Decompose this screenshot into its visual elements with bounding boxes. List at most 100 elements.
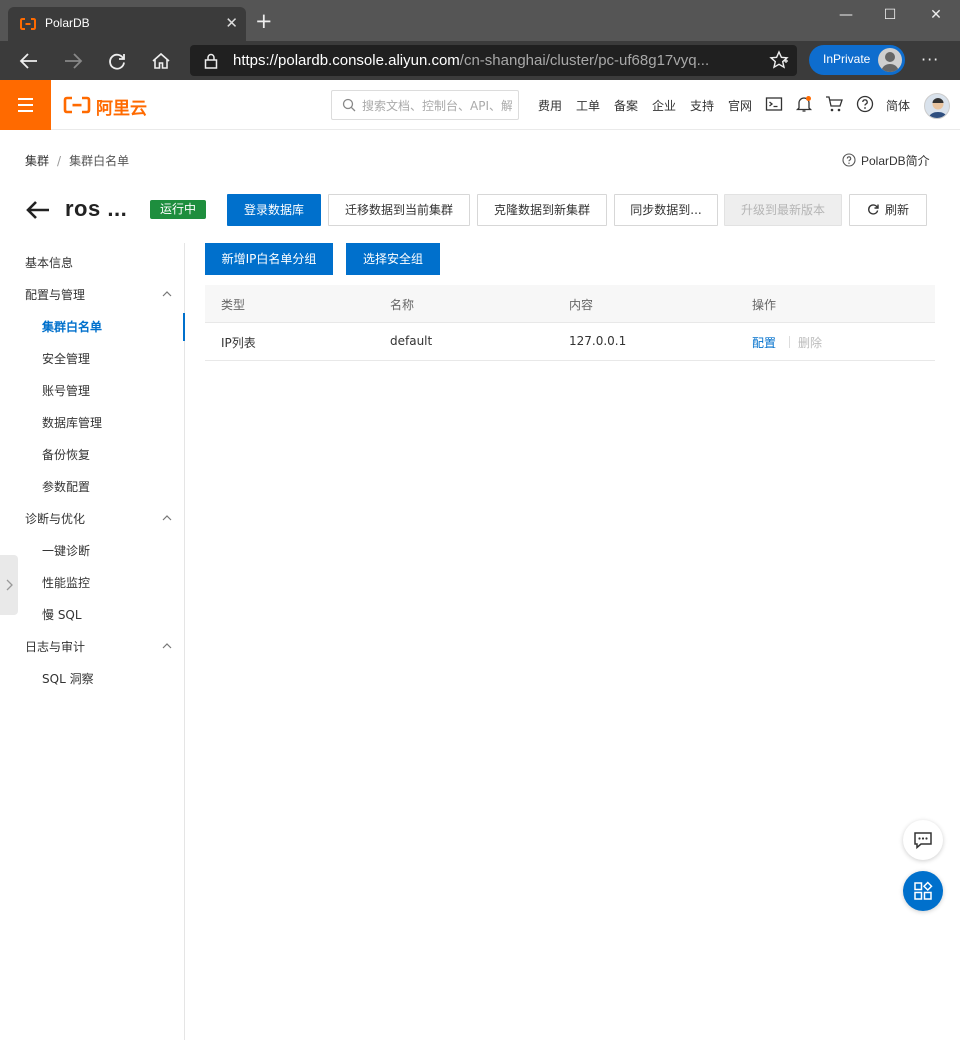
more-menu-icon[interactable]: ··· [921, 50, 939, 69]
cell-type: IP列表 [221, 336, 256, 350]
sidebar-group-diagnosis[interactable]: 诊断与优化 [0, 505, 184, 533]
sidebar: 基本信息 配置与管理 集群白名单 安全管理 账号管理 数据库管理 备份恢复 参数… [0, 243, 185, 1040]
sync-data-button[interactable]: 同步数据到... [614, 194, 718, 226]
refresh-label: 刷新 [884, 203, 909, 217]
search-box[interactable] [331, 90, 519, 120]
minimize-icon[interactable]: — [826, 6, 866, 26]
sidebar-group-logs[interactable]: 日志与审计 [0, 633, 184, 661]
migrate-data-button[interactable]: 迁移数据到当前集群 [328, 194, 470, 226]
column-name: 名称 [390, 298, 415, 312]
browser-address-bar: https://polardb.console.aliyun.com/cn-sh… [0, 41, 960, 80]
user-avatar[interactable] [924, 93, 950, 119]
breadcrumb-separator: / [57, 154, 62, 168]
upgrade-version-button[interactable]: 升级到最新版本 [724, 194, 842, 226]
nav-support[interactable]: 支持 [690, 97, 714, 114]
url-path: /cn-shanghai/cluster/pc-uf68g17vyq... [459, 52, 710, 69]
nav-official-site[interactable]: 官网 [728, 97, 752, 114]
apps-float-button[interactable] [903, 871, 943, 911]
breadcrumb-cluster[interactable]: 集群 [25, 154, 49, 168]
close-tab-icon[interactable]: ✕ [225, 15, 238, 31]
browser-tab[interactable]: PolarDB ✕ [8, 7, 246, 41]
sidebar-item-backup[interactable]: 备份恢复 [0, 441, 184, 469]
sidebar-item-one-click-diagnosis[interactable]: 一键诊断 [0, 537, 184, 565]
chat-bubble-icon [914, 832, 932, 850]
chevron-up-icon [162, 515, 172, 521]
table-row: IP列表 default 127.0.0.1 配置 删除 [205, 323, 935, 361]
inprivate-label: InPrivate [823, 52, 871, 66]
home-icon[interactable] [150, 50, 172, 72]
cell-name: default [390, 334, 433, 348]
status-badge: 运行中 [150, 200, 206, 219]
delete-link[interactable]: 删除 [798, 334, 822, 351]
sidebar-collapse-handle[interactable] [0, 555, 18, 615]
sidebar-group-config[interactable]: 配置与管理 [0, 281, 184, 309]
back-icon[interactable] [18, 50, 40, 72]
forward-icon[interactable] [62, 50, 84, 72]
refresh-button[interactable]: 刷新 [849, 194, 927, 226]
terminal-icon[interactable] [765, 95, 783, 113]
search-input[interactable] [362, 97, 512, 114]
sidebar-item-databases[interactable]: 数据库管理 [0, 409, 184, 437]
configure-link[interactable]: 配置 [752, 334, 776, 351]
sidebar-item-performance[interactable]: 性能监控 [0, 569, 184, 597]
clone-data-button[interactable]: 克隆数据到新集群 [477, 194, 607, 226]
url-host: https://polardb.console.aliyun.com [233, 52, 460, 69]
nav-icp[interactable]: 备案 [614, 97, 638, 114]
sidebar-item-params[interactable]: 参数配置 [0, 473, 184, 501]
table-header: 类型 名称 内容 操作 [205, 285, 935, 323]
menu-hamburger-icon[interactable] [0, 80, 51, 130]
help-circle-icon[interactable] [842, 153, 856, 167]
chevron-right-icon [6, 579, 13, 591]
profile-avatar-icon [878, 48, 902, 72]
apps-grid-icon [914, 881, 933, 900]
page-title: ros ... [65, 196, 128, 221]
logo-text: 阿里云 [96, 99, 147, 119]
chevron-up-icon [162, 643, 172, 649]
sidebar-group-label: 日志与审计 [25, 640, 86, 654]
nav-enterprise[interactable]: 企业 [652, 97, 676, 114]
column-content: 内容 [569, 298, 594, 312]
language-switch[interactable]: 简体 [886, 97, 910, 114]
address-field[interactable]: https://polardb.console.aliyun.com/cn-sh… [190, 45, 797, 76]
tab-title: PolarDB [45, 16, 90, 30]
sidebar-group-label: 诊断与优化 [25, 512, 86, 526]
url-text: https://polardb.console.aliyun.com/cn-sh… [233, 52, 709, 69]
nav-fees[interactable]: 费用 [538, 97, 562, 114]
sidebar-item-whitelist[interactable]: 集群白名单 [0, 313, 185, 341]
close-window-icon[interactable]: ✕ [916, 6, 956, 26]
breadcrumb-whitelist: 集群白名单 [69, 154, 130, 168]
help-icon[interactable] [856, 95, 874, 113]
search-icon [342, 98, 356, 112]
aliyun-favicon-icon [20, 18, 36, 30]
aliyun-logo-icon [63, 96, 91, 114]
sidebar-item-security[interactable]: 安全管理 [0, 345, 184, 373]
favorite-star-icon[interactable] [769, 50, 789, 70]
lock-icon [204, 53, 218, 69]
login-database-button[interactable]: 登录数据库 [227, 194, 321, 226]
back-arrow-icon[interactable] [25, 199, 51, 221]
browser-tab-bar: PolarDB ✕ + — ☐ ✕ [0, 0, 960, 41]
sidebar-item-basic-info[interactable]: 基本信息 [0, 249, 184, 277]
select-security-group-button[interactable]: 选择安全组 [346, 243, 440, 275]
column-actions: 操作 [752, 298, 777, 312]
chat-float-button[interactable] [903, 820, 943, 860]
cell-content: 127.0.0.1 [569, 334, 627, 348]
reload-icon[interactable] [106, 50, 128, 72]
add-ip-whitelist-group-button[interactable]: 新增IP白名单分组 [205, 243, 333, 275]
polardb-intro-link[interactable]: PolarDB简介 [861, 152, 930, 169]
cart-icon[interactable] [825, 95, 843, 113]
console-topbar: 阿里云 费用 工单 备案 企业 支持 官网 简体 [0, 80, 960, 130]
inprivate-button[interactable]: InPrivate [809, 45, 905, 75]
sidebar-item-slow-sql[interactable]: 慢 SQL [0, 601, 184, 629]
action-separator [789, 336, 790, 348]
sidebar-group-label: 配置与管理 [25, 288, 86, 302]
sidebar-item-sql-insight[interactable]: SQL 洞察 [0, 665, 184, 693]
breadcrumb: 集群 / 集群白名单 [25, 152, 129, 169]
column-type: 类型 [221, 298, 246, 312]
nav-tickets[interactable]: 工单 [576, 97, 600, 114]
chevron-up-icon [162, 291, 172, 297]
notification-bell-icon[interactable] [795, 95, 813, 113]
sidebar-item-accounts[interactable]: 账号管理 [0, 377, 184, 405]
maximize-icon[interactable]: ☐ [870, 6, 910, 26]
new-tab-icon[interactable]: + [255, 11, 273, 32]
